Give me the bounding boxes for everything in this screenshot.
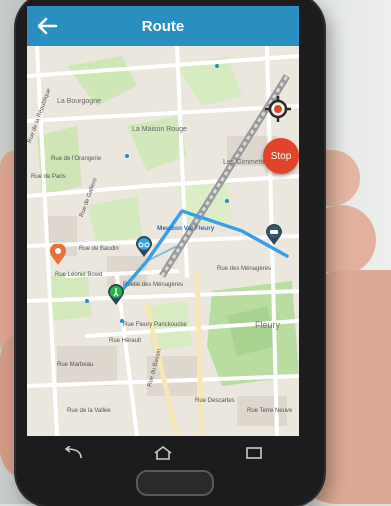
map-label-la-maison-rouge: La Maison Rouge [132,126,187,133]
android-recent-apps-icon [245,447,262,459]
nav-home-button[interactable] [148,442,178,464]
car-pin-icon[interactable] [265,224,283,246]
map-label-rue-terre-neuve: Rue Terre Neuve [247,408,293,414]
stop-button[interactable]: Stop [263,138,299,174]
map-label-rue-heraulf: Rue Hérault [109,338,142,344]
map-label-rue-de-lorangerie: Rue de l'Orangerie [51,156,102,162]
map-label-rue-des-menageres: Rue des Ménagères [217,266,272,272]
locate-button[interactable] [263,94,293,124]
map-label-rue-descartes: Rue Descartes [195,398,235,404]
map-label-rue-marbeau: Rue Marbeau [57,362,94,368]
map-label-rue-de-paris: Rue de Paris [31,174,66,180]
map-label-la-bourgogne: La Bourgogne [57,98,101,105]
map-label-meudon-val-fleury: Meudon Val Fleury [157,225,215,232]
nav-back-button[interactable] [57,442,87,464]
android-home-icon [154,446,172,460]
map-label-rue-leonie-bowd: Rue Léonie Bowd [55,272,103,278]
walker-pin-icon[interactable] [107,284,125,306]
map-label-rue-fleury-panckoucke: Rue Fleury Panckoucke [123,322,187,328]
physical-home-button[interactable] [136,470,214,496]
map-label-fleury: Fleury [255,320,281,330]
crosshair-target-icon [265,96,291,122]
start-marker-icon[interactable] [49,244,67,266]
bicycle-pin-icon[interactable] [135,236,153,258]
map-label-ruelle-des-menagieres: Ruelle des Ménagères [123,282,184,288]
map-label-rue-de-baudin: Rue de Baudin [79,246,119,252]
android-nav-bar [27,436,299,470]
nav-recent-button[interactable] [239,442,269,464]
app-screen: Route La Bourgogne La Maison Rouge Les G… [27,6,299,436]
map-label-rue-de-la-vallee: Rue de la Vallée [67,408,111,414]
app-title: Route [141,17,185,35]
app-bar: Route [27,6,299,46]
android-back-icon [64,446,83,459]
map-view[interactable]: La Bourgogne La Maison Rouge Les Gimmett… [27,46,299,436]
